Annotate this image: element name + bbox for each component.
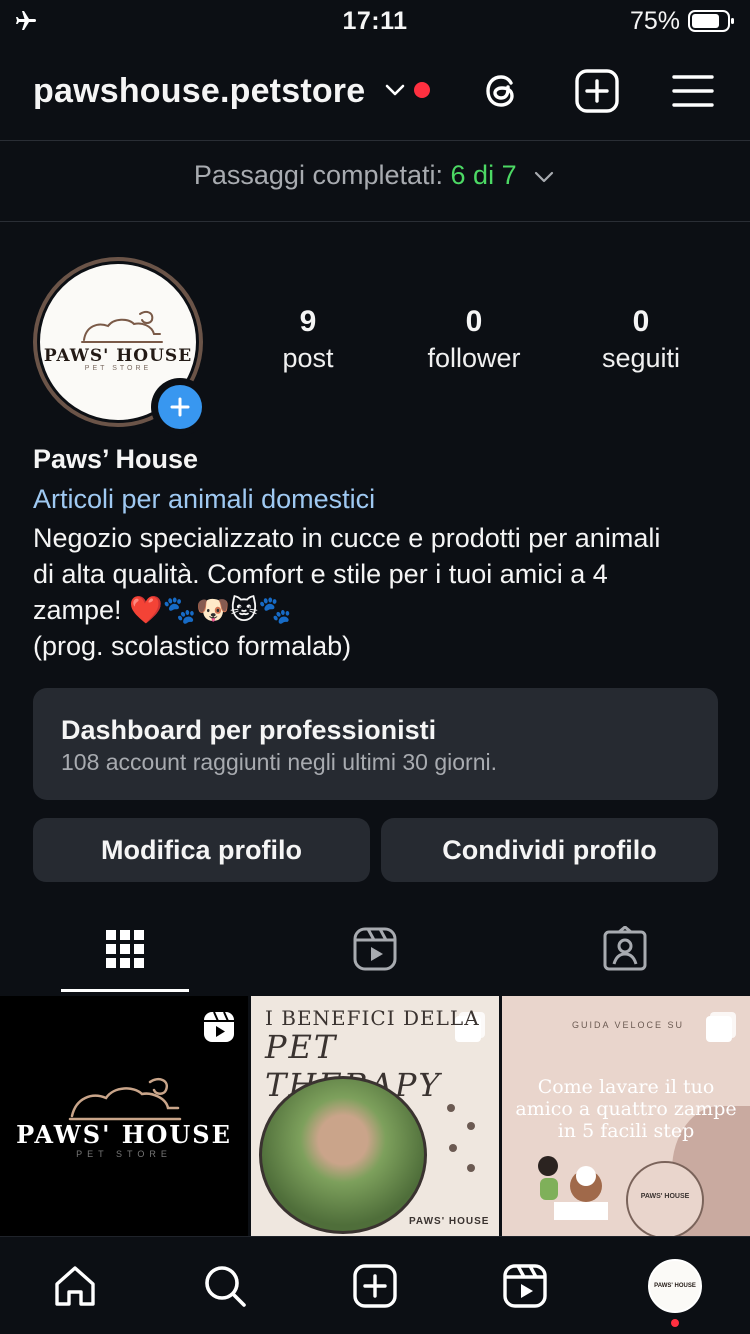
edit-profile-button[interactable]: Modifica profilo	[33, 818, 370, 882]
add-story-button[interactable]	[151, 378, 209, 436]
profile-bio: Negozio specializzato in cucce e prodott…	[33, 520, 723, 664]
create-post-icon[interactable]	[574, 68, 620, 114]
post-headline: Come lavare il tuo amico a quattro zampe…	[515, 1076, 737, 1142]
posts-count-label: post	[282, 343, 334, 373]
bio-line: zampe! ❤️🐾🐶🐱🐾	[33, 595, 292, 625]
profile-header: pawshouse.petstore	[0, 50, 750, 138]
post-thumbnail[interactable]: PAWS' HOUSE PET STORE	[0, 996, 248, 1236]
post-logo-text: PAWS' HOUSE	[16, 1120, 232, 1149]
sleeping-dog-logo	[68, 1078, 182, 1121]
posts-count[interactable]: 9 post	[223, 305, 393, 374]
post-brand: PAWS' HOUSE	[640, 1193, 690, 1200]
carousel-badge-icon	[706, 1012, 736, 1042]
nav-avatar-logo: PAWS' HOUSE	[654, 1283, 696, 1289]
chevron-down-icon	[535, 171, 554, 182]
home-icon[interactable]	[51, 1262, 99, 1310]
post-logo-subtext: PET STORE	[76, 1149, 172, 1159]
professional-dashboard-card[interactable]: Dashboard per professionisti 108 account…	[33, 688, 718, 800]
battery-icon	[688, 10, 734, 32]
dashboard-title: Dashboard per professionisti	[61, 715, 437, 745]
sleeping-dog-logo	[81, 311, 163, 343]
post-headline: I BENEFICI DELLA	[265, 1006, 480, 1030]
setup-progress-count: 6 di 7	[450, 160, 517, 190]
setup-divider	[0, 221, 750, 222]
notification-dot	[414, 82, 430, 98]
paw-prints-icon	[447, 1104, 475, 1172]
followers-count-label: follower	[427, 343, 521, 373]
menu-icon[interactable]	[670, 68, 716, 114]
header-divider	[0, 140, 750, 141]
bio-line: (prog. scolastico formalab)	[33, 631, 352, 661]
profile-category[interactable]: Articoli per animali domestici	[33, 484, 375, 515]
post-thumbnail[interactable]: GUIDA VELOCE SU Come lavare il tuo amico…	[502, 996, 750, 1236]
chevron-down-icon[interactable]	[381, 76, 409, 104]
search-icon[interactable]	[201, 1262, 249, 1310]
setup-progress[interactable]: Passaggi completati: 6 di 7	[0, 160, 750, 191]
grid-icon[interactable]	[102, 926, 148, 972]
setup-progress-label: Passaggi completati:	[193, 160, 444, 190]
avatar-logo-text: PAWS' HOUSE	[43, 346, 193, 366]
followers-count-value: 0	[465, 305, 483, 338]
bio-line: di alta qualità. Comfort e stile per i t…	[33, 559, 608, 589]
reel-badge-icon	[204, 1011, 234, 1042]
profile-tab-avatar[interactable]: PAWS' HOUSE	[648, 1259, 702, 1313]
post-thumbnail[interactable]: I BENEFICI DELLA PET THERAPY PAWS' HOUSE	[251, 996, 499, 1236]
bottom-navigation: PAWS' HOUSE	[0, 1236, 750, 1334]
post-photo	[259, 1076, 427, 1234]
profile-display-name: Paws’ House	[33, 444, 199, 474]
post-brand: PAWS' HOUSE	[409, 1216, 490, 1227]
plus-icon	[170, 397, 190, 417]
active-tab-dot	[671, 1319, 679, 1327]
post-kicker: GUIDA VELOCE SU	[572, 1020, 685, 1030]
account-username[interactable]: pawshouse.petstore	[33, 72, 365, 111]
posts-count-value: 9	[299, 305, 317, 338]
create-icon[interactable]	[351, 1262, 399, 1310]
post-logo-circle: PAWS' HOUSE	[626, 1161, 704, 1236]
tagged-icon[interactable]	[602, 926, 648, 972]
following-count-value: 0	[632, 305, 650, 338]
following-count[interactable]: 0 seguiti	[556, 305, 726, 374]
followers-count[interactable]: 0 follower	[389, 305, 559, 374]
share-profile-button[interactable]: Condividi profilo	[381, 818, 718, 882]
battery-percent: 75%	[629, 7, 680, 35]
following-count-label: seguiti	[601, 343, 681, 373]
bio-line: Negozio specializzato in cucce e prodott…	[33, 523, 661, 553]
threads-icon[interactable]	[478, 68, 524, 114]
reels-icon[interactable]	[501, 1262, 549, 1310]
avatar-logo-subtext: PET STORE	[84, 365, 152, 372]
status-bar: 17:11 75%	[0, 0, 750, 42]
active-tab-indicator	[61, 989, 189, 992]
dashboard-subtitle: 108 account raggiunti negli ultimi 30 gi…	[61, 749, 497, 775]
reels-icon[interactable]	[352, 926, 398, 972]
washing-dog-illustration	[538, 1156, 608, 1220]
